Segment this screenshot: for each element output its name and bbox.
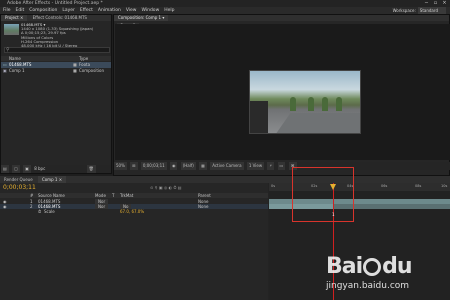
menu-composition[interactable]: Composition [29, 7, 57, 14]
tab-effect-controls[interactable]: Effect Controls: 01468.MTS [29, 15, 91, 21]
maximize-button[interactable]: ▫ [432, 0, 439, 6]
menu-animation[interactable]: Animation [98, 7, 121, 14]
tab-project[interactable]: Project × [1, 15, 28, 21]
search-icon: ⚲ [6, 47, 10, 53]
new-comp-icon[interactable]: ▣ [23, 165, 31, 173]
menu-layer[interactable]: Layer [62, 7, 75, 14]
interpret-footage-icon[interactable]: ▤ [1, 165, 9, 173]
camera-select[interactable]: Active Camera [210, 162, 244, 170]
tab-comp-1[interactable]: Comp 1 × [37, 176, 67, 183]
footage-thumbnail [4, 24, 19, 35]
trash-icon[interactable]: 🗑 [86, 165, 96, 173]
menu-bar: File Edit Composition Layer Effect Anima… [0, 7, 450, 14]
menu-view[interactable]: View [126, 7, 137, 14]
timeline-columns: # Source Name Mode T TrkMat Parent [0, 193, 268, 198]
timeline-timecode[interactable]: 0;00;03;11 [3, 184, 36, 191]
tab-composition[interactable]: Composition: Comp 1 ▾ [114, 15, 169, 21]
safe-zones-icon[interactable]: ⊞ [130, 162, 138, 170]
timeline-switches: ⊙ ⚲ ▣ ◎ ◐ ⏱ ▤ [150, 185, 182, 190]
new-folder-icon[interactable]: ▢ [12, 165, 20, 173]
timeline-layer-area: 0;00;03;11 ⊙ ⚲ ▣ ◎ ◐ ⏱ ▤ # Source Name M… [0, 183, 268, 300]
fast-previews-icon[interactable]: ⚡ [267, 162, 275, 170]
project-search-input[interactable]: ⚲ [4, 47, 110, 53]
menu-help[interactable]: Help [164, 7, 174, 14]
title-bar: Adobe After Effects - Untitled Project.a… [0, 0, 450, 7]
menu-effect[interactable]: Effect [80, 7, 93, 14]
project-panel: Project × Effect Controls: 01468.MTS 014… [0, 14, 112, 174]
snapshot-icon[interactable]: ◉ [169, 162, 178, 170]
timeline-icon[interactable]: ▭ [277, 162, 286, 170]
stopwatch-icon[interactable]: ⏱ [38, 209, 41, 214]
project-footer: ▤ ▢ ▣ 8 bpc 🗑 [1, 165, 111, 173]
comp-viewer-toolbar: 50% ⊞ 0;00;03;11 ◉ (Half) ▦ Active Camer… [114, 162, 450, 170]
menu-edit[interactable]: Edit [16, 7, 25, 14]
footage-info: 01468.MTS ▾ 1440 x 1080 (1.33) Squashing… [21, 22, 94, 49]
menu-file[interactable]: File [3, 7, 11, 14]
property-row[interactable]: ⏱ Scale 67.0, 67.0% [0, 209, 268, 214]
minimize-button[interactable]: − [423, 0, 430, 6]
zoom-select[interactable]: 50% [114, 162, 127, 170]
view-layout-select[interactable]: 1 View [246, 162, 265, 170]
bit-depth[interactable]: 8 bpc [34, 166, 45, 171]
project-item[interactable]: ▣ Comp 1 ■ Composition [1, 68, 111, 74]
composition-icon: ▣ [3, 68, 7, 73]
baidu-watermark-logo: Bai du jingyan.baidu.com [326, 254, 413, 291]
resolution-select[interactable]: (Half) [180, 162, 196, 170]
tab-render-queue[interactable]: Render Queue [0, 176, 37, 183]
current-time[interactable]: 0;00;03;11 [140, 162, 167, 170]
window-title: Adobe After Effects - Untitled Project.a… [7, 1, 103, 6]
menu-window[interactable]: Window [142, 7, 160, 14]
project-list-header: Name Type [1, 56, 111, 61]
video-frame[interactable] [249, 70, 361, 134]
highlight-box [292, 167, 354, 222]
label-swatch: ■ [73, 68, 77, 73]
workspace-selector[interactable]: Workspace: Standard [393, 7, 446, 14]
region-of-interest-icon[interactable]: ▦ [199, 162, 207, 170]
close-button[interactable]: × [441, 0, 448, 6]
